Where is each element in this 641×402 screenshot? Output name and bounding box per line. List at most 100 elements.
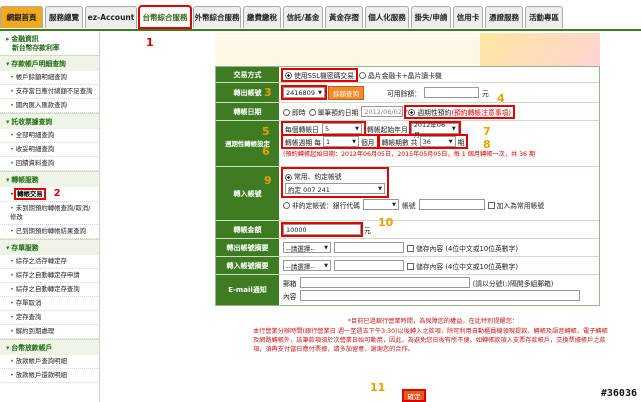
sidebar-item[interactable]: • 放款帳戶查詢明細: [0, 355, 99, 369]
sidebar-item[interactable]: • 定存查詢: [0, 311, 99, 325]
tab-promotions[interactable]: 活動專區: [525, 6, 563, 28]
trade-mode-label: 交易方式: [216, 67, 279, 82]
marker-11: 11: [370, 381, 386, 394]
sidebar-item[interactable]: • 全部明細查詢: [0, 129, 99, 143]
tab-trust-fund[interactable]: 信託/基金: [283, 6, 323, 28]
sidebar-section-loan: ▾ 台幣放款帳戶: [0, 339, 99, 355]
mail-input[interactable]: [299, 277, 470, 288]
tab-service-overview[interactable]: 服務總覽: [45, 6, 83, 28]
radio-icon: [408, 109, 416, 116]
other-account-option[interactable]: 非約定帳號：銀行代碼: [283, 200, 360, 210]
in-note-select[interactable]: --請選擇-- ▼: [283, 260, 331, 271]
sidebar-item[interactable]: • 收妥明細查詢: [0, 143, 99, 157]
tab-twd-services[interactable]: 台幣綜合服務: [138, 5, 192, 29]
checkbox-icon: [407, 263, 414, 270]
marker-10: 10: [378, 216, 394, 229]
chevron-down-icon: ▼: [352, 138, 356, 145]
account-no-label: 帳號: [401, 201, 416, 210]
sidebar-item[interactable]: • 未到期預約轉帳查詢/取消/修改: [0, 202, 99, 225]
add-common-checkbox[interactable]: 加入為常用帳號: [487, 200, 544, 210]
row-to-account: 轉入帳號 常用、約定帳號 約定 007 241 ▼ 非約定帳號：銀行代碼 ▼ 帳號…: [216, 167, 599, 221]
tab-certificate[interactable]: 憑證服務: [485, 6, 523, 28]
amount-input[interactable]: 10000: [281, 222, 363, 237]
balance-unit: 元: [481, 89, 489, 98]
tab-gold[interactable]: 黃金存摺: [325, 6, 363, 28]
sidebar-item-transfer[interactable]: • 轉帳交易 2: [0, 187, 99, 202]
tab-loss-report[interactable]: 掛失/申請: [411, 6, 451, 28]
sidebar-item[interactable]: • 綜存之自動轉定存申請: [0, 269, 99, 283]
sidebar-item[interactable]: • 已到期預約轉帳結果查詢: [0, 225, 99, 239]
radio-icon: [285, 72, 292, 79]
cycle-day-select[interactable]: 5 ▼: [321, 123, 362, 134]
amount-label: 轉帳金額: [216, 221, 279, 238]
row-out-note: 轉出帳號摘要 --請選擇-- ▼ 儲存內容 (4位中文或10位英數字): [216, 239, 599, 257]
out-note-save[interactable]: 儲存內容 (4位中文或10位英數字): [407, 243, 518, 253]
sidebar-item[interactable]: • 支存當日應付總額不足查詢: [0, 85, 99, 99]
single-date-select[interactable]: 2012/06/02 ▼: [361, 106, 408, 117]
cycle-summary: (預約轉帳起始日期：2012年06月05日，2015年05月05日，每 1 個月…: [283, 151, 536, 158]
notice-body: 本行營業分辦時間(銀行營業日 週一至週五下午3:30)以後轉入之款項，除可利用自…: [253, 328, 608, 353]
mail-label: 郵箱: [283, 279, 297, 288]
sidebar-item[interactable]: • 帳戶餘額明細查詢: [0, 71, 99, 85]
account-no-input[interactable]: [418, 199, 485, 210]
from-account-select[interactable]: 2416809 ▼: [281, 85, 327, 100]
marker-6: 6: [262, 145, 270, 158]
cycle-count-select[interactable]: 36 ▼: [419, 136, 456, 147]
cycle-period-group: 轉帳週期 每 1 ▼ 個月: [281, 134, 379, 149]
trade-mode-ssl[interactable]: 使用SSL機密碼交易: [281, 67, 358, 82]
submit-button[interactable]: 確定: [402, 389, 426, 402]
date-single-option[interactable]: 單筆預約日期: [308, 107, 358, 117]
date-now-option[interactable]: 即時: [283, 107, 306, 117]
radio-icon: [283, 202, 290, 209]
chevron-down-icon: ▼: [392, 201, 396, 208]
cycle-day-group: 每個轉帳日 5 ▼: [281, 121, 366, 136]
row-amount: 轉帳金額 10000 元: [216, 221, 599, 239]
start-month-select[interactable]: 2012年06月 ▼: [408, 121, 461, 139]
notice-title: *目前已過銀行營業時間，為保障您的權益，在此特別提醒您：: [347, 318, 519, 325]
row-from-account: 轉出帳號 2416809 ▼ 餘額查詢 可用餘額： 元: [216, 83, 599, 103]
chevron-down-icon: ▼: [324, 262, 328, 269]
tab-personalize[interactable]: 個人化服務: [365, 6, 409, 28]
marker-7: 7: [483, 125, 491, 138]
common-account-option[interactable]: 常用、約定帳號: [285, 171, 385, 181]
sidebar-item[interactable]: • 存單取消: [0, 297, 99, 311]
marker-5: 5: [262, 125, 270, 138]
out-note-select[interactable]: --請選擇-- ▼: [283, 242, 331, 253]
sidebar-item[interactable]: • 回饋資料查詢: [0, 157, 99, 171]
balance-query-button[interactable]: 餘額查詢: [328, 85, 364, 100]
screen: 網銀首頁 服務總覽 ez-Account 台幣綜合服務 外幣綜合服務 繳費繳稅 …: [0, 0, 641, 402]
start-month-label: 轉帳起始年月: [366, 125, 408, 134]
tab-home[interactable]: 網銀首頁: [0, 6, 43, 28]
sidebar-item[interactable]: • 國內匯入匯款查詢: [0, 99, 99, 113]
marker-3: 3: [264, 86, 272, 99]
bank-code-select[interactable]: ▼: [362, 199, 399, 210]
sidebar-item[interactable]: • 綜存之自動轉定存查詢: [0, 283, 99, 297]
trade-mode-chip[interactable]: 晶片金融卡+晶片讀卡機: [359, 70, 442, 80]
sidebar-section-collection: ▾ 託收票據查詢: [0, 113, 99, 129]
sidebar: ▸ 金融資訊 新台幣存款利率 ▾ 存款帳戶明細查詢 • 帳戶餘額明細查詢 • 支存當日應…: [0, 31, 100, 402]
out-note-input[interactable]: [334, 242, 404, 253]
in-note-input[interactable]: [334, 260, 404, 271]
checkbox-icon: [407, 245, 414, 252]
chevron-down-icon: ▼: [378, 185, 382, 192]
sidebar-top: ▸ 金融資訊 新台幣存款利率: [0, 31, 99, 55]
date-cycle-option[interactable]: 週期性預約(預約轉帳注意事項): [404, 104, 516, 119]
cycle-period-select[interactable]: 1 ▼: [322, 136, 359, 147]
chevron-down-icon: ▼: [324, 244, 328, 251]
marker-1: 1: [146, 36, 154, 49]
top-tab-bar: 網銀首頁 服務總覽 ez-Account 台幣綜合服務 外幣綜合服務 繳費繳稅 …: [0, 0, 641, 31]
tab-credit-card[interactable]: 信用卡: [453, 6, 483, 28]
cycle-count-group: 轉帳期數 共 36 ▼ 期: [377, 134, 469, 149]
tab-payments[interactable]: 繳費繳稅: [243, 6, 281, 28]
tab-ez-account[interactable]: ez-Account: [85, 6, 137, 28]
tab-foreign-services[interactable]: 外幣綜合服務: [193, 6, 241, 28]
sidebar-item[interactable]: • 放款帳戶還款明細: [0, 369, 99, 383]
sidebar-item-twd-rates[interactable]: 新台幣存款利率: [6, 44, 95, 53]
sidebar-item-finance-info[interactable]: 金融資訊: [11, 35, 38, 43]
sidebar-item[interactable]: • 綜存之活存轉定存: [0, 255, 99, 269]
chevron-down-icon: ▼: [448, 138, 453, 145]
sidebar-item[interactable]: • 解約到期處理: [0, 325, 99, 339]
content-input[interactable]: [299, 290, 580, 301]
common-account-select[interactable]: 約定 007 241 ▼: [285, 183, 385, 194]
in-note-save[interactable]: 儲存內容 (4位中文或10位英數字): [407, 261, 518, 271]
